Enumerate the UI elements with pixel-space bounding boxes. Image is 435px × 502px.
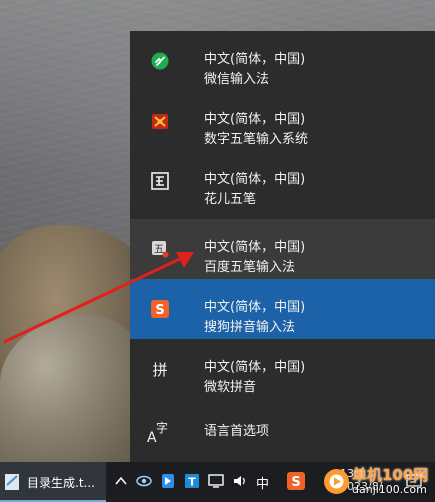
language-preferences-icon: A 字 xyxy=(147,420,168,445)
text-tool-icon[interactable]: T xyxy=(184,473,200,489)
ime-name: 数字五笔输入系统 xyxy=(204,132,309,147)
document-app-icon xyxy=(5,474,19,490)
ime-name: 搜狗拼音输入法 xyxy=(204,320,296,335)
svg-text:字: 字 xyxy=(156,420,168,435)
huaer-wubi-icon xyxy=(151,172,169,190)
watermark-logo xyxy=(324,469,349,494)
language-preferences-item[interactable]: A 字 语言首选项 xyxy=(130,399,435,462)
chevron-up-icon[interactable] xyxy=(114,474,128,488)
ime-indicator[interactable]: 中 xyxy=(256,473,269,492)
microsoft-pinyin-icon: 拼 xyxy=(152,361,167,378)
sogou-tray-icon[interactable]: S xyxy=(287,472,305,490)
svg-text:T: T xyxy=(188,476,196,489)
ime-name: 微信输入法 xyxy=(204,72,270,87)
annotation-arrow xyxy=(3,252,194,344)
volume-icon[interactable] xyxy=(232,473,248,489)
ime-language: 中文(简体，中国) xyxy=(204,300,306,315)
eye-icon[interactable] xyxy=(136,473,152,489)
ime-name: 百度五笔输入法 xyxy=(204,260,296,275)
ime-language: 中文(简体，中国) xyxy=(204,52,306,67)
taskbar-active-app[interactable]: 目录生成.t... xyxy=(0,462,106,502)
bookmark-icon[interactable] xyxy=(160,473,176,489)
language-preferences-label: 语言首选项 xyxy=(204,424,270,439)
ime-language: 中文(简体，中国) xyxy=(204,112,306,127)
ime-item-huaer-wubi[interactable]: 中文(简体，中国) 花儿五笔 xyxy=(130,151,435,211)
wechat-ime-icon xyxy=(151,52,169,70)
ime-item-digital-wubi[interactable]: 中文(简体，中国) 数字五笔输入系统 xyxy=(130,91,435,151)
ime-name: 微软拼音 xyxy=(204,380,257,395)
ime-language: 中文(简体，中国) xyxy=(204,360,306,375)
watermark-text: 单机100网 xyxy=(352,466,429,484)
svg-text:拼: 拼 xyxy=(152,361,167,378)
ime-name: 花儿五笔 xyxy=(204,192,257,207)
ime-item-wechat[interactable]: 中文(简体，中国) 微信输入法 xyxy=(130,31,435,91)
ime-language: 中文(简体，中国) xyxy=(204,240,306,255)
svg-text:S: S xyxy=(291,475,300,490)
watermark-url: danji100.com xyxy=(352,483,427,496)
digital-wubi-icon xyxy=(152,114,168,129)
display-icon[interactable] xyxy=(208,473,224,489)
ime-language: 中文(简体，中国) xyxy=(204,172,306,187)
taskbar-app-label: 目录生成.t... xyxy=(27,476,95,490)
